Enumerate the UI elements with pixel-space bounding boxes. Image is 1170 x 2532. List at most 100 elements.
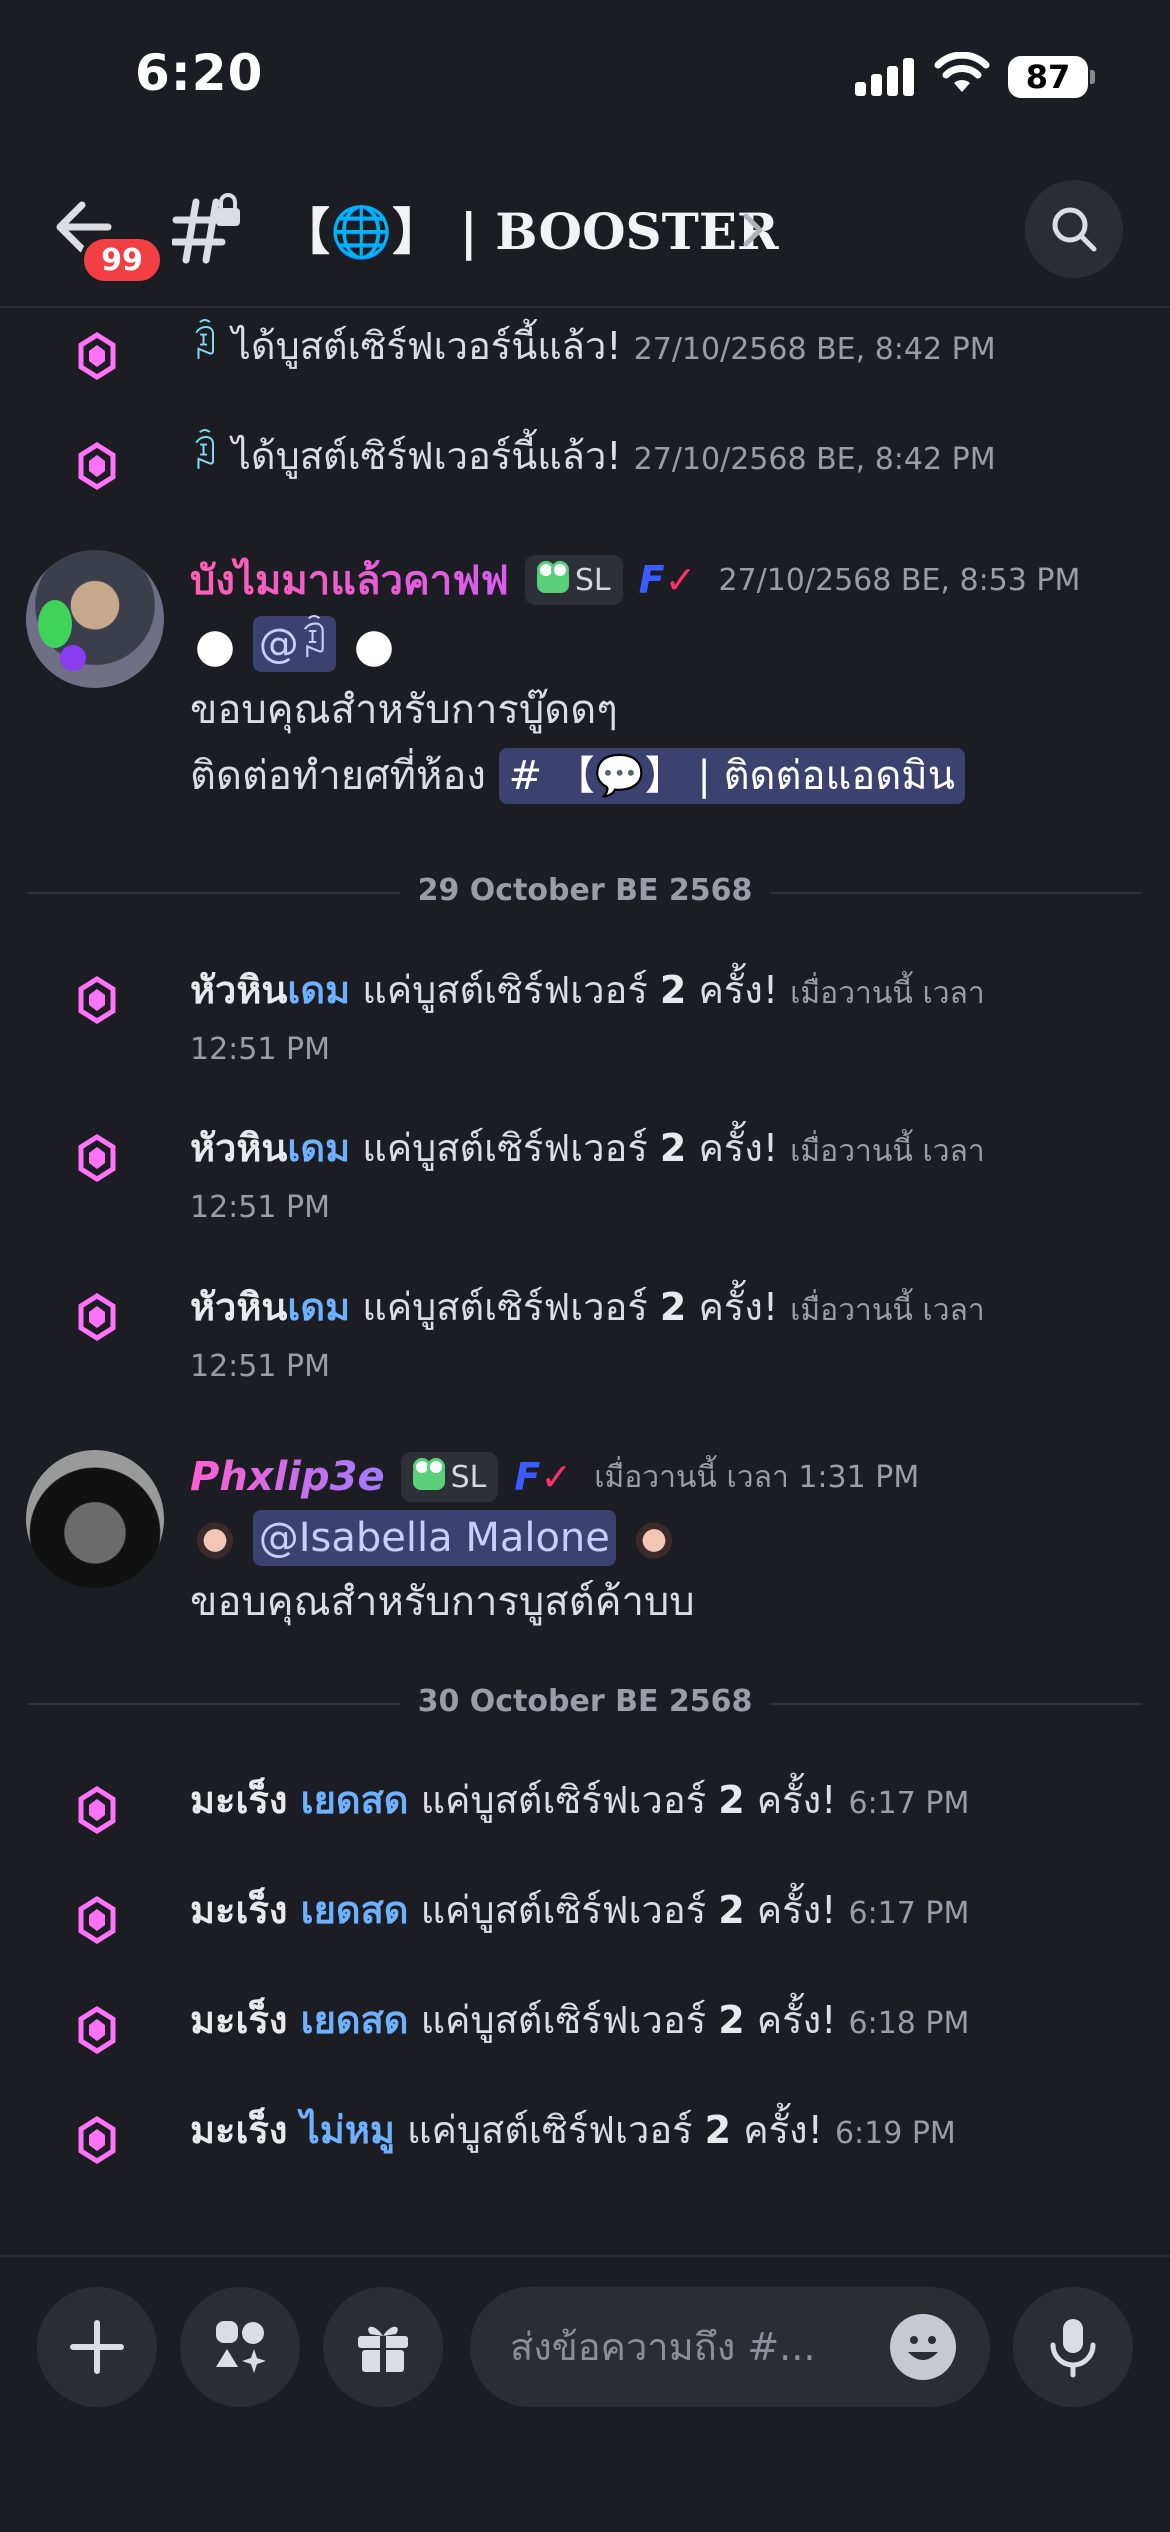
boost-gem-icon [78, 1786, 116, 1834]
user-avatar[interactable] [26, 550, 164, 688]
boost-system-message: มะเร็ง เยดสด แค่บูสต์เซิร์ฟเวอร์ 2 ครั้ง… [0, 1870, 1170, 1970]
server-tag[interactable]: SL [400, 1452, 499, 1502]
message-input[interactable] [510, 2287, 880, 2407]
boost-system-message: ꀢ ได้บูสต์เซิร์ฟเวอร์นี้แล้ว! 27/10/2568… [0, 420, 1170, 520]
message-line: @ꀢ [190, 616, 399, 672]
timestamp: เมื่อวานนี้ เวลา [790, 1293, 985, 1328]
author-name[interactable]: Phxlip3e [190, 1454, 385, 1500]
boost-suffix: ครั้ง! [756, 1998, 837, 2042]
apps-icon [216, 2321, 266, 2373]
timestamp: 6:17 PM [848, 1786, 970, 1821]
boost-text: แค่บูสต์เซิร์ฟเวอร์ [362, 1285, 648, 1329]
channel-title[interactable]: 【🌐】 | BOOSTER [280, 192, 779, 264]
message-text: ติดต่อทำยศที่ห้อง [190, 753, 486, 799]
boost-gem-icon [78, 1896, 116, 1944]
boost-system-message: หัวหินเดม แค่บูสต์เซิร์ฟเวอร์ 2 ครั้ง! เ… [0, 1108, 1170, 1258]
boost-text: ได้บูสต์เซิร์ฟเวอร์นี้แล้ว! [231, 324, 622, 368]
message-line: @Isabella Malone [190, 1510, 679, 1566]
plus-icon [70, 2320, 124, 2374]
server-tag[interactable]: SL [524, 555, 623, 605]
bunny-emoji-icon [348, 619, 399, 669]
boost-suffix: ครั้ง! [756, 1778, 837, 1822]
apps-button[interactable] [180, 2287, 300, 2407]
boost-count: 2 [659, 1285, 687, 1329]
boost-text: แค่บูสต์เซิร์ฟเวอร์ [362, 1126, 648, 1170]
booster-name[interactable]: หัวหินเดม [190, 1285, 350, 1329]
boost-system-message: มะเร็ง เยดสด แค่บูสต์เซิร์ฟเวอร์ 2 ครั้ง… [0, 1980, 1170, 2080]
booster-name[interactable]: หัวหินเดม [190, 968, 350, 1012]
timestamp: 27/10/2568 BE, 8:42 PM [633, 442, 996, 477]
booster-name[interactable]: มะเร็ง ไม่หมู [190, 2108, 395, 2152]
gift-button[interactable] [323, 2287, 443, 2407]
booster-name[interactable]: ꀢ [190, 324, 220, 368]
timestamp: 6:17 PM [848, 1896, 970, 1931]
boost-system-message: มะเร็ง ไม่หมู แค่บูสต์เซิร์ฟเวอร์ 2 ครั้… [0, 2090, 1170, 2190]
channel-header: 99 【🌐】 | BOOSTER [0, 150, 1170, 308]
timestamp: 6:18 PM [848, 2006, 970, 2041]
booster-name[interactable]: ꀢ [190, 434, 220, 478]
user-mention[interactable]: @Isabella Malone [252, 1510, 616, 1566]
boost-count: 2 [704, 2108, 732, 2152]
message-timestamp: เมื่อวานนี้ เวลา 1:31 PM [594, 1459, 920, 1495]
message-input-container[interactable] [470, 2287, 990, 2407]
boost-gem-icon [78, 2116, 116, 2164]
wifi-icon [934, 52, 990, 92]
emoji-button[interactable] [890, 2314, 956, 2380]
message-composer [0, 2255, 1170, 2532]
boost-count: 2 [718, 1998, 745, 2042]
status-bar: 6:20 87 [0, 0, 1170, 150]
frog-icon [536, 561, 569, 593]
locked-channel-icon [172, 193, 240, 264]
microphone-icon [1050, 2319, 1096, 2378]
fv-badge-icon: F✓ [514, 1455, 573, 1499]
boost-text: แค่บูสต์เซิร์ฟเวอร์ [407, 2108, 693, 2152]
timestamp: 12:51 PM [190, 1190, 330, 1225]
boost-text: แค่บูสต์เซิร์ฟเวอร์ [362, 968, 648, 1012]
bunny-emoji-icon [190, 619, 240, 669]
message-line: ขอบคุณสำหรับการบูสต์ค้าบบ [190, 1579, 695, 1625]
boost-count: 2 [659, 968, 687, 1012]
voice-message-button[interactable] [1013, 2287, 1133, 2407]
timestamp: 27/10/2568 BE, 8:42 PM [633, 332, 996, 367]
boost-count: 2 [718, 1888, 745, 1932]
user-mention[interactable]: @ꀢ [252, 616, 336, 672]
boost-gem-icon [78, 332, 116, 380]
chevron-right-icon[interactable] [738, 208, 768, 252]
girl-emoji-icon [190, 1513, 240, 1563]
unread-badge: 99 [80, 235, 164, 285]
channel-link[interactable]: # 【💬】 | ติดต่อแอดมิน [498, 748, 966, 804]
boost-count: 2 [718, 1778, 745, 1822]
boost-text: แค่บูสต์เซิร์ฟเวอร์ [420, 1998, 707, 2042]
battery-cap [1090, 70, 1095, 84]
boost-suffix: ครั้ง! [756, 1888, 837, 1932]
timestamp: 6:19 PM [834, 2116, 956, 2151]
booster-name[interactable]: มะเร็ง เยดสด [190, 1778, 408, 1822]
booster-name[interactable]: หัวหินเดม [190, 1126, 350, 1170]
message-header: บังไมมาแล้วคาฟฟ SL F✓ 27/10/2568 BE, 8:5… [190, 548, 1080, 612]
date-divider-label: 29 October BE 2568 [399, 873, 771, 908]
search-button[interactable] [1025, 180, 1123, 278]
boost-text: ได้บูสต์เซิร์ฟเวอร์นี้แล้ว! [231, 434, 622, 478]
timestamp: 12:51 PM [190, 1032, 330, 1067]
status-time: 6:20 [135, 44, 264, 102]
boost-suffix: ครั้ง! [698, 1126, 779, 1170]
timestamp: 12:51 PM [190, 1349, 330, 1384]
user-avatar[interactable] [26, 1450, 164, 1588]
boost-gem-icon [78, 2006, 116, 2054]
gift-icon [358, 2326, 408, 2372]
boost-suffix: ครั้ง! [698, 968, 779, 1012]
message-line: ขอบคุณสำหรับการบู๊ดดๆ [190, 687, 618, 733]
booster-name[interactable]: มะเร็ง เยดสด [190, 1998, 408, 2042]
search-icon [1052, 207, 1097, 252]
booster-name[interactable]: มะเร็ง เยดสด [190, 1888, 408, 1932]
author-name[interactable]: บังไมมาแล้วคาฟฟ [190, 548, 509, 612]
smiley-icon [908, 2336, 938, 2360]
boost-system-message: มะเร็ง เยดสด แค่บูสต์เซิร์ฟเวอร์ 2 ครั้ง… [0, 1760, 1170, 1860]
boost-count: 2 [659, 1126, 687, 1170]
message-feed[interactable]: ꀢ ได้บูสต์เซิร์ฟเวอร์นี้แล้ว! 27/10/2568… [0, 310, 1170, 2255]
fv-badge-icon: F✓ [638, 558, 697, 602]
date-divider-label: 30 October BE 2568 [399, 1684, 771, 1719]
add-attachment-button[interactable] [37, 2287, 157, 2407]
frog-icon [412, 1458, 445, 1490]
boost-suffix: ครั้ง! [743, 2108, 823, 2152]
